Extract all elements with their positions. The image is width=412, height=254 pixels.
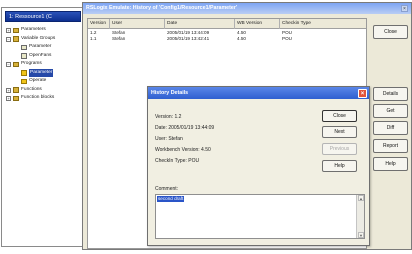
tree-item-variable-group-parameter[interactable]: Parameter — [6, 43, 84, 52]
detail-workbench-version: Workbench Version: 4.50 — [155, 147, 211, 153]
close-icon[interactable]: × — [358, 88, 367, 98]
help-button[interactable]: Help — [373, 157, 408, 171]
tree-window-title-bar[interactable]: 1: Ressource1 (C — [5, 11, 81, 22]
tree-item-operate[interactable]: Operate — [6, 77, 84, 86]
cell-user: Stefan — [112, 36, 126, 41]
details-button[interactable]: Details — [373, 87, 408, 101]
tree-item-label: Parameters — [21, 27, 46, 32]
table-row[interactable]: 1.1 Stefan 2005/01/19 13:42:41 4.50 POU — [88, 36, 366, 42]
program-icon — [21, 70, 27, 76]
cell-version: 1.1 — [90, 36, 97, 41]
column-header-date[interactable]: Date — [165, 19, 235, 29]
project-tree-window: 1: Ressource1 (C + Parameters − Variable… — [1, 7, 85, 247]
comment-scrollbar[interactable]: ▲ ▼ — [356, 195, 364, 238]
get-button[interactable]: Get — [373, 104, 408, 118]
close-icon[interactable]: × — [401, 5, 408, 12]
variable-group-icon — [21, 44, 27, 50]
scroll-up-arrow-icon[interactable]: ▲ — [358, 195, 364, 201]
folder-icon — [13, 27, 19, 33]
column-header-version[interactable]: Version — [88, 19, 110, 29]
cell-wb-version: 4.50 — [237, 36, 246, 41]
expand-toggle-icon[interactable]: + — [6, 96, 11, 101]
details-dialog-title: History Details — [151, 90, 189, 96]
tree-item-label: Parameter — [29, 44, 52, 49]
variable-group-icon — [21, 53, 27, 59]
cell-checkin-type: POU — [282, 36, 292, 41]
detail-date: Date: 2005/01/19 13:44:09 — [155, 125, 215, 131]
tree-item-label: Function blocks — [21, 95, 55, 100]
diff-button[interactable]: Diff — [373, 121, 408, 135]
tree-item-label-selected: Parameter — [29, 68, 54, 77]
tree-item-label: Programs — [21, 61, 42, 66]
tree-item-programs[interactable]: − Programs — [6, 60, 84, 69]
tree-item-parameters[interactable]: + Parameters — [6, 26, 84, 35]
tree-item-functions[interactable]: + Functions — [6, 86, 84, 95]
tree-item-program-parameter[interactable]: Parameter — [6, 68, 84, 77]
comment-textarea[interactable]: second draft ▲ ▼ — [155, 194, 365, 239]
tree-item-function-blocks[interactable]: + Function blocks — [6, 94, 84, 103]
history-window-title: RSLogix Emulate: History of 'Config1/Res… — [86, 5, 238, 11]
previous-button: Previous — [322, 143, 357, 155]
tree-item-openfans[interactable]: OpenFans — [6, 52, 84, 61]
column-header-wb-version[interactable]: WB Version — [235, 19, 280, 29]
tree-item-label: OpenFans — [29, 52, 52, 58]
detail-user: User: Stefan — [155, 136, 183, 142]
collapse-toggle-icon[interactable]: − — [6, 36, 11, 42]
expand-toggle-icon[interactable]: + — [6, 87, 11, 93]
tree-item-label: Operate — [29, 78, 47, 83]
folder-icon — [13, 87, 19, 93]
cell-date: 2005/01/19 13:42:41 — [167, 36, 210, 41]
close-button[interactable]: Close — [373, 25, 408, 39]
tree-item-variable-groups[interactable]: − Variable Groups — [6, 35, 84, 44]
details-title-bar[interactable]: History Details × — [148, 87, 369, 99]
collapse-toggle-icon[interactable]: − — [6, 62, 11, 67]
detail-version: Version: 1.2 — [155, 114, 182, 120]
detail-checkin-type: CheckIn Type: POU — [155, 158, 200, 164]
scroll-down-arrow-icon[interactable]: ▼ — [358, 232, 364, 238]
history-list-header: Version User Date WB Version Checkin Typ… — [88, 19, 366, 29]
report-button[interactable]: Report — [373, 139, 408, 153]
folder-icon — [13, 95, 19, 101]
tree-item-label: Functions — [21, 86, 42, 92]
details-help-button[interactable]: Help — [322, 160, 357, 172]
next-button[interactable]: Next — [322, 126, 357, 138]
comment-text: second draft — [157, 196, 185, 202]
tree-item-label: Variable Groups — [21, 35, 56, 41]
column-header-user[interactable]: User — [110, 19, 165, 29]
folder-icon — [13, 36, 19, 42]
history-title-bar[interactable]: RSLogix Emulate: History of 'Config1/Res… — [83, 3, 411, 14]
history-details-dialog: History Details × Version: 1.2 Date: 200… — [147, 86, 370, 246]
details-close-button[interactable]: Close — [322, 110, 357, 122]
program-icon — [21, 78, 27, 84]
tree-window-title: 1: Ressource1 (C — [9, 14, 52, 20]
column-header-checkin-type[interactable]: Checkin Type — [280, 19, 368, 29]
expand-toggle-icon[interactable]: + — [6, 28, 11, 33]
folder-icon — [13, 61, 19, 67]
comment-label: Comment: — [155, 186, 179, 192]
